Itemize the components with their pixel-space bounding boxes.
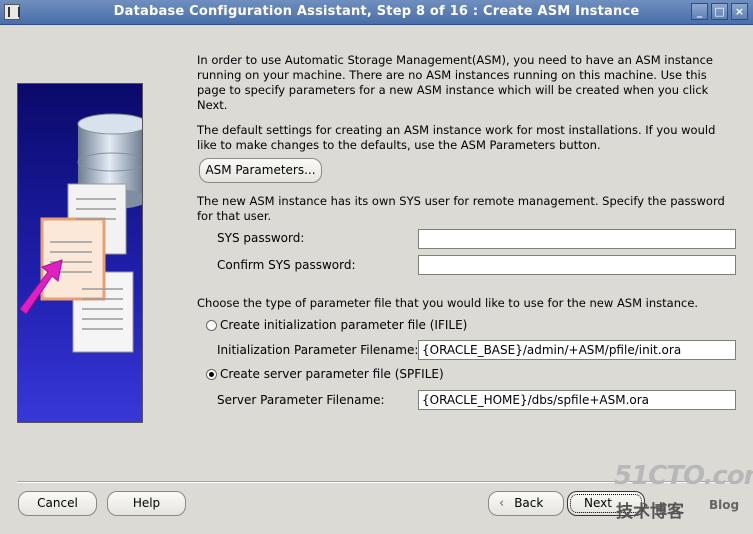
param-file-text: Choose the type of parameter file that y…: [197, 296, 699, 310]
database-documents-graphic: [19, 113, 142, 353]
sys-password-label: SYS password:: [217, 231, 305, 245]
ifile-filename-field[interactable]: {ORACLE_BASE}/admin/+ASM/pfile/init.ora: [418, 340, 736, 360]
cancel-button[interactable]: Cancel: [18, 491, 97, 516]
intro-paragraph-2: The default settings for creating an ASM…: [197, 123, 716, 152]
sys-user-text: The new ASM instance has its own SYS use…: [197, 194, 725, 223]
watermark-blog: Blog: [709, 498, 740, 512]
back-button[interactable]: ‹ Back: [488, 491, 564, 516]
confirm-sys-password-label: Confirm SYS password:: [217, 258, 356, 272]
intro-paragraph-1: In order to use Automatic Storage Manage…: [197, 53, 713, 112]
ifile-radio[interactable]: [206, 320, 217, 331]
confirm-sys-password-field[interactable]: [418, 255, 736, 275]
minimize-button[interactable]: _: [691, 3, 708, 20]
watermark-blog-cn: 技术博客: [616, 502, 684, 522]
spfile-filename-label: Server Parameter Filename:: [217, 393, 385, 407]
chevron-left-icon: ‹: [499, 496, 505, 511]
title-bar: Database Configuration Assistant, Step 8…: [0, 0, 753, 25]
next-button-label: Next: [584, 496, 612, 510]
back-button-label: Back: [514, 496, 544, 510]
asm-illustration: [17, 83, 143, 423]
spfile-filename-field[interactable]: {ORACLE_HOME}/dbs/spfile+ASM.ora: [418, 390, 736, 410]
spfile-option-label[interactable]: Create server parameter file (SPFILE): [220, 367, 444, 381]
spfile-radio[interactable]: [206, 369, 217, 380]
sys-password-field[interactable]: [418, 229, 736, 249]
window-title: Database Configuration Assistant, Step 8…: [113, 4, 640, 19]
asm-parameters-button[interactable]: ASM Parameters...: [199, 158, 322, 183]
maximize-button[interactable]: □: [711, 3, 728, 20]
close-button[interactable]: ×: [731, 3, 748, 20]
ifile-option-label[interactable]: Create initialization parameter file (IF…: [220, 318, 467, 332]
watermark-site: 51CTO.com: [614, 461, 753, 491]
help-button[interactable]: Help: [107, 491, 186, 516]
ifile-filename-label: Initialization Parameter Filename:: [217, 343, 419, 357]
